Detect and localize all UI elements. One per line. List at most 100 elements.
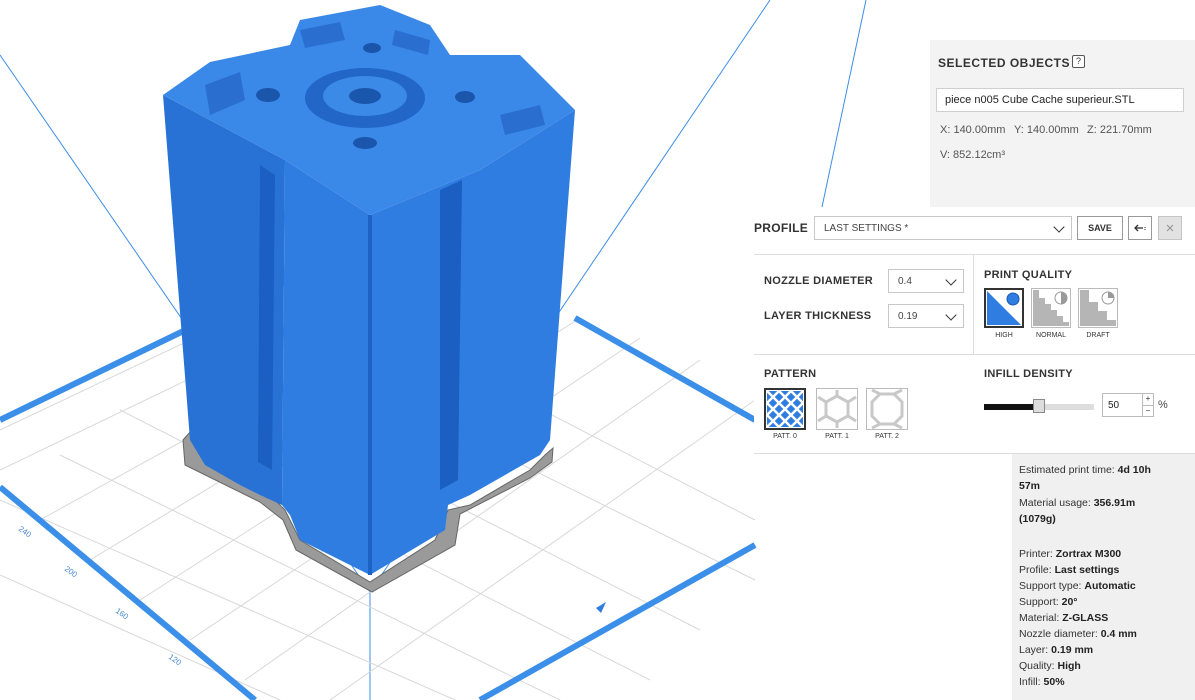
axis-tick-label: 160 bbox=[114, 606, 131, 621]
profile-select-value: LAST SETTINGS * bbox=[824, 223, 909, 234]
decrement-button[interactable]: − bbox=[1142, 405, 1153, 417]
quality-normal-icon bbox=[1033, 290, 1069, 326]
material-usage-line-2: (1079g) bbox=[1019, 513, 1056, 525]
volume-value: V: 852.12cm³ bbox=[940, 149, 1006, 161]
profile-summary-label: Profile: bbox=[1019, 564, 1055, 576]
chevron-down-icon bbox=[1053, 221, 1065, 233]
infill-summary-label: Infill: bbox=[1019, 676, 1044, 688]
material-usage-value: 356.91m bbox=[1093, 497, 1136, 509]
quality-draft-option[interactable] bbox=[1078, 288, 1118, 328]
divider bbox=[973, 254, 974, 354]
axis-tick-label: 120 bbox=[167, 652, 184, 667]
nozzle-diameter-label: NOZZLE DIAMETER bbox=[764, 275, 873, 287]
print-time-value: 4d 10h bbox=[1117, 464, 1151, 476]
export-profile-button[interactable] bbox=[1128, 216, 1152, 240]
pattern-0-icon bbox=[766, 390, 804, 428]
infill-slider-thumb[interactable] bbox=[1033, 399, 1045, 413]
infill-unit: % bbox=[1158, 399, 1168, 411]
quality-high-caption: HIGH bbox=[995, 332, 1013, 339]
print-time-line: Estimated print time: 4d 10h bbox=[1019, 464, 1151, 476]
profile-summary-value: Last settings bbox=[1054, 564, 1120, 576]
layer-line: Layer: 0.19 mm bbox=[1019, 644, 1093, 656]
export-arrow-icon bbox=[1134, 224, 1146, 232]
nozzle-summary-value: 0.4 mm bbox=[1100, 628, 1137, 640]
infill-density-input[interactable]: 50 + − bbox=[1102, 393, 1154, 417]
infill-summary-value: 50% bbox=[1043, 676, 1065, 688]
quality-draft-caption: DRAFT bbox=[1086, 332, 1110, 339]
pattern-1-icon bbox=[817, 390, 857, 428]
dimension-x: X: 140.00mm bbox=[940, 124, 1006, 136]
support-type-label: Support type: bbox=[1019, 580, 1085, 592]
quality-high-option[interactable] bbox=[984, 288, 1024, 328]
quality-draft-icon bbox=[1080, 290, 1116, 326]
quality-summary-label: Quality: bbox=[1019, 660, 1058, 672]
delete-profile-button[interactable] bbox=[1158, 216, 1182, 240]
printer-line: Printer: Zortrax M300 bbox=[1019, 548, 1121, 560]
model-3d-object bbox=[163, 5, 575, 575]
support-type-line: Support type: Automatic bbox=[1019, 580, 1136, 592]
profile-line: Profile: Last settings bbox=[1019, 564, 1119, 576]
print-time-line-2: 57m bbox=[1019, 480, 1040, 492]
dimension-y: Y: 140.00mm bbox=[1014, 124, 1079, 136]
nozzle-diameter-select[interactable]: 0.4 bbox=[888, 269, 964, 293]
close-icon bbox=[1166, 224, 1174, 232]
axis-tick-label: 240 bbox=[17, 524, 34, 539]
print-summary-panel: Estimated print time: 4d 10h 57m Materia… bbox=[1012, 454, 1195, 700]
nozzle-diameter-value: 0.4 bbox=[898, 276, 912, 287]
increment-button[interactable]: + bbox=[1142, 394, 1153, 405]
profile-select[interactable]: LAST SETTINGS * bbox=[814, 216, 1072, 240]
selected-objects-title: SELECTED OBJECTS bbox=[938, 56, 1071, 70]
material-usage-line: Material usage: 356.91m bbox=[1019, 497, 1135, 509]
pattern-2-icon bbox=[870, 388, 904, 430]
quality-line: Quality: High bbox=[1019, 660, 1081, 672]
pattern-2-caption: PATT. 2 bbox=[875, 433, 899, 440]
selected-objects-panel: SELECTED OBJECTS ? piece n005 Cube Cache… bbox=[930, 40, 1195, 208]
material-usage-value-2: (1079g) bbox=[1019, 513, 1056, 525]
print-time-label: Estimated print time: bbox=[1019, 464, 1118, 476]
layer-thickness-value: 0.19 bbox=[898, 311, 918, 322]
quality-summary-value: High bbox=[1057, 660, 1081, 672]
pattern-0-option[interactable] bbox=[764, 388, 806, 430]
pattern-2-option[interactable] bbox=[866, 388, 908, 430]
material-usage-label: Material usage: bbox=[1019, 497, 1094, 509]
pattern-label: PATTERN bbox=[764, 368, 817, 380]
nozzle-line: Nozzle diameter: 0.4 mm bbox=[1019, 628, 1137, 640]
pattern-1-caption: PATT. 1 bbox=[825, 433, 849, 440]
help-icon[interactable]: ? bbox=[1072, 55, 1085, 68]
platform-arrow-marker bbox=[596, 602, 606, 613]
divider bbox=[754, 354, 1195, 355]
pattern-0-caption: PATT. 0 bbox=[773, 433, 797, 440]
print-time-value-2: 57m bbox=[1019, 480, 1041, 492]
material-line: Material: Z-GLASS bbox=[1019, 612, 1108, 624]
save-button[interactable]: SAVE bbox=[1077, 216, 1123, 240]
support-line: Support: 20° bbox=[1019, 596, 1078, 608]
support-value: 20° bbox=[1061, 596, 1078, 608]
layer-thickness-label: LAYER THICKNESS bbox=[764, 310, 872, 322]
infill-density-value: 50 bbox=[1108, 400, 1120, 411]
quality-high-icon bbox=[987, 291, 1021, 325]
quality-normal-option[interactable] bbox=[1031, 288, 1071, 328]
layer-summary-value: 0.19 mm bbox=[1051, 644, 1094, 656]
chevron-down-icon bbox=[945, 274, 957, 286]
chevron-down-icon bbox=[945, 309, 957, 321]
support-label: Support: bbox=[1019, 596, 1062, 608]
infill-slider-fill bbox=[984, 404, 1039, 410]
dimension-z: Z: 221.70mm bbox=[1087, 124, 1152, 136]
print-quality-label: PRINT QUALITY bbox=[984, 269, 1073, 281]
axis-tick-label: 200 bbox=[63, 564, 80, 579]
profile-label: PROFILE bbox=[754, 221, 809, 235]
divider bbox=[754, 254, 1195, 255]
material-label: Material: bbox=[1019, 612, 1063, 624]
infill-line: Infill: 50% bbox=[1019, 676, 1065, 688]
object-name-field[interactable]: piece n005 Cube Cache superieur.STL bbox=[936, 88, 1184, 112]
layer-summary-label: Layer: bbox=[1019, 644, 1052, 656]
print-profile-panel: PROFILE LAST SETTINGS * SAVE NOZZLE DIAM… bbox=[754, 207, 1195, 454]
pattern-1-option[interactable] bbox=[816, 388, 858, 430]
infill-density-slider[interactable] bbox=[984, 399, 1094, 413]
support-type-value: Automatic bbox=[1084, 580, 1136, 592]
nozzle-summary-label: Nozzle diameter: bbox=[1019, 628, 1101, 640]
printer-value: Zortrax M300 bbox=[1055, 548, 1122, 560]
layer-thickness-select[interactable]: 0.19 bbox=[888, 304, 964, 328]
quality-normal-caption: NORMAL bbox=[1036, 332, 1066, 339]
printer-label: Printer: bbox=[1019, 548, 1056, 560]
